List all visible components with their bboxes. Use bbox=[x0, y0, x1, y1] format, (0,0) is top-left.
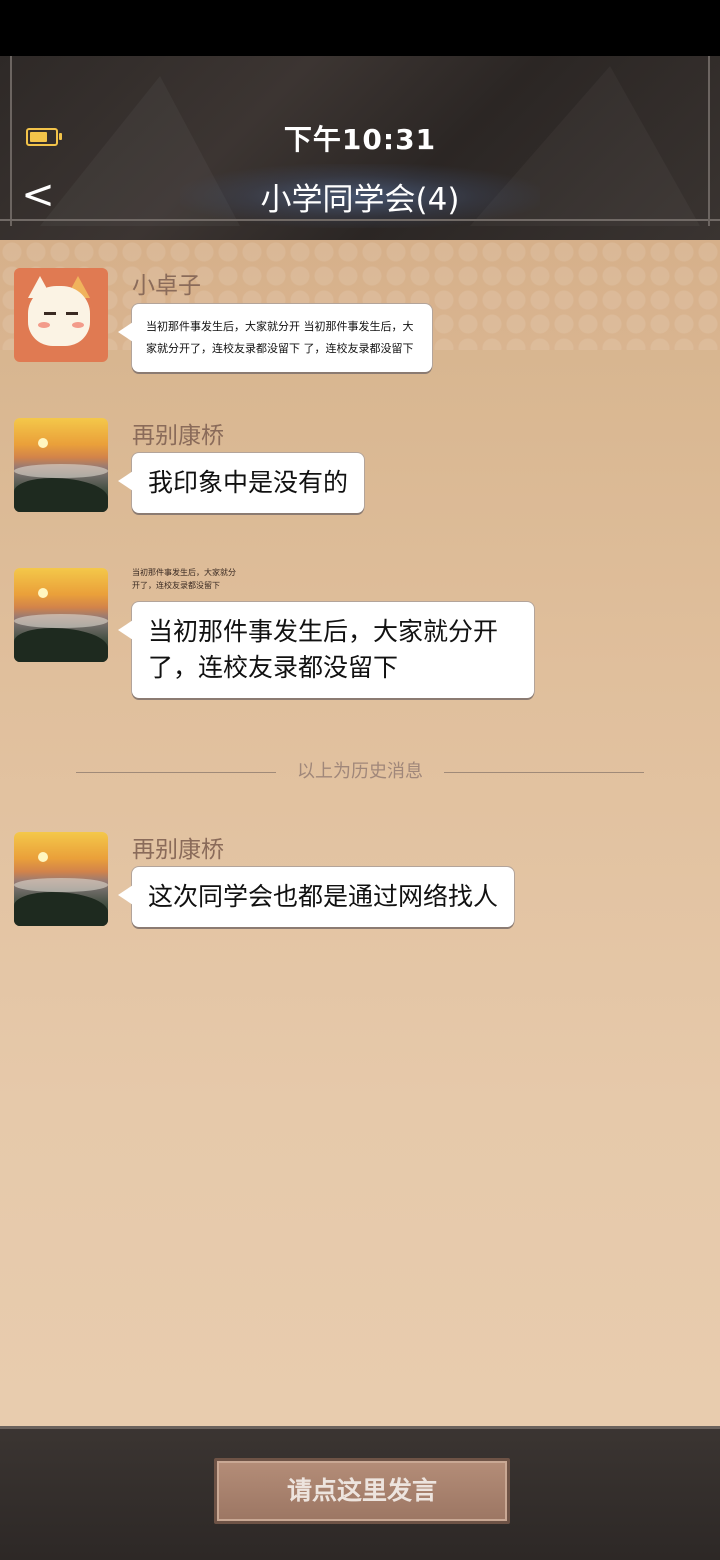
history-label: 以上为历史消息 bbox=[297, 761, 423, 782]
sender-name: 再别康桥 bbox=[132, 423, 224, 449]
message-bubble[interactable]: 当初那件事发生后，大家就分开 当初那件事发生后，大家就分开了，连校友录都没留下 … bbox=[118, 304, 432, 372]
cat-face-icon bbox=[28, 286, 90, 346]
message-text: 这次同学会也都是通过网络找人 bbox=[148, 882, 499, 911]
avatar-zaibiekangqiao[interactable] bbox=[14, 832, 108, 926]
history-divider: 以上为历史消息 bbox=[76, 760, 644, 784]
header-divider bbox=[0, 219, 720, 221]
status-bar-top bbox=[0, 0, 720, 56]
avatar-zaibiekangqiao[interactable] bbox=[14, 418, 108, 512]
message-text: 当初那件事发生后，大家就分开了，连校友录都没留下 bbox=[148, 617, 499, 682]
sender-caption: 当初那件事发生后，大家就分开了，连校友录都没留下 bbox=[132, 568, 236, 590]
chat-area[interactable] bbox=[0, 240, 720, 1426]
message-text: 我印象中是没有的 bbox=[148, 468, 349, 497]
avatar-zaibiekangqiao[interactable] bbox=[14, 568, 108, 662]
message-bubble[interactable]: 我印象中是没有的 bbox=[117, 453, 365, 513]
clock: 下午10:31 bbox=[283, 123, 437, 156]
message-text: 当初那件事发生后，大家就分开 当初那件事发生后，大家就分开了，连校友录都没留下 … bbox=[146, 320, 414, 355]
sender-name: 再别康桥 bbox=[132, 837, 224, 863]
message-bubble[interactable]: 这次同学会也都是通过网络找人 bbox=[117, 867, 515, 927]
speak-button[interactable]: 请点这里发言 bbox=[214, 1458, 510, 1524]
chat-footer: 请点这里发言 bbox=[0, 1426, 720, 1560]
avatar-xiaozhuozi[interactable] bbox=[14, 268, 108, 362]
chat-header: 下午10:31 < 小学同学会(4) bbox=[0, 56, 720, 240]
message-bubble[interactable]: 当初那件事发生后，大家就分开了，连校友录都没留下 bbox=[118, 602, 534, 698]
sender-name: 小卓子 bbox=[132, 273, 201, 299]
chat-title: 小学同学会(4) bbox=[260, 182, 460, 218]
